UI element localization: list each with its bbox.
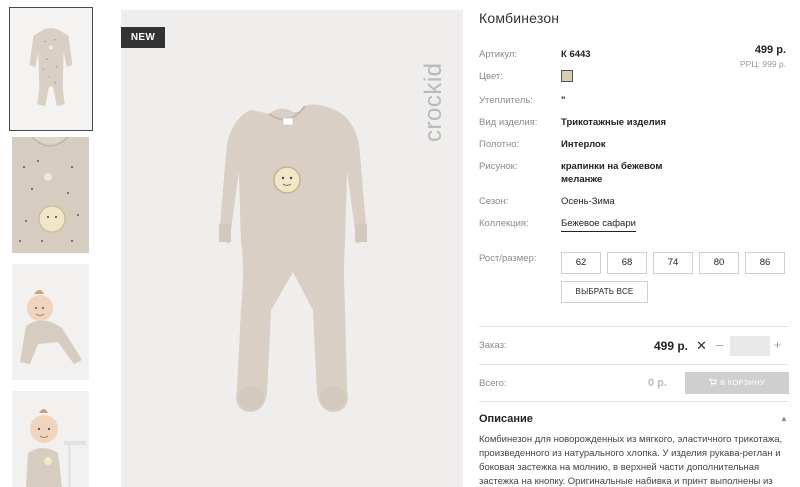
season-label: Сезон: — [479, 196, 509, 207]
size-option-86[interactable]: 86 — [745, 252, 785, 274]
order-label: Заказ: — [479, 340, 507, 351]
price: 499 р. — [754, 44, 786, 56]
brand-logo: crockid — [412, 27, 448, 142]
fabric-value: Интерлок — [561, 139, 606, 150]
thumbnail-1-front[interactable] — [9, 7, 93, 131]
description-text: Комбинезон для новорожденных из мягкого,… — [479, 434, 783, 487]
divider — [479, 401, 789, 402]
collapse-caret-icon[interactable]: ▲ — [780, 414, 788, 423]
pattern-value-line2: меланже — [561, 174, 603, 185]
article-value: К 6443 — [561, 49, 591, 60]
baby-crawling-image — [12, 264, 89, 380]
total-label: Всего: — [479, 378, 507, 389]
pattern-value-line1: крапинки на бежевом — [561, 161, 663, 172]
thumbnail-4-baby-sitting[interactable] — [12, 391, 89, 487]
color-swatch[interactable] — [561, 70, 573, 82]
type-label: Вид изделия: — [479, 117, 538, 128]
quantity-decrease-button[interactable]: – — [716, 337, 723, 352]
select-all-sizes-button[interactable]: ВЫБРАТЬ ВСЕ — [561, 281, 648, 303]
thumbnail-3-baby-crawling[interactable] — [12, 264, 89, 380]
size-option-68[interactable]: 68 — [607, 252, 647, 274]
pattern-label: Рисунок: — [479, 161, 518, 172]
add-to-cart-label: В КОРЗИНУ — [720, 378, 765, 387]
size-label: Рост/размер: — [479, 253, 537, 264]
order-price: 499 р. — [654, 339, 689, 353]
article-label: Артикул: — [479, 49, 518, 60]
color-label: Цвет: — [479, 71, 503, 82]
rrp-price: РРЦ: 999 р. — [740, 59, 786, 69]
product-page: NEW crockid Комбинезон Артикул: К 6443 4… — [0, 0, 800, 487]
collection-label: Коллекция: — [479, 218, 529, 229]
season-value: Осень-Зима — [561, 196, 615, 207]
brand-logo-text: crockid — [420, 62, 447, 142]
jumpsuit-thumb-image — [10, 8, 92, 130]
total-price: 0 р. — [648, 377, 667, 389]
jumpsuit-detail-image — [12, 137, 89, 253]
description-heading[interactable]: Описание — [479, 413, 533, 425]
collection-link[interactable]: Бежевое сафари — [561, 217, 636, 232]
type-value: Трикотажные изделия — [561, 117, 667, 128]
divider — [479, 364, 789, 365]
new-badge: NEW — [121, 27, 165, 48]
size-option-80[interactable]: 80 — [699, 252, 739, 274]
cart-icon — [709, 378, 718, 386]
quantity-input[interactable] — [730, 336, 770, 356]
baby-sitting-image — [12, 391, 89, 487]
insulation-label: Утеплитель: — [479, 95, 533, 106]
product-title: Комбинезон — [479, 10, 560, 26]
times-icon: ✕ — [696, 338, 707, 353]
add-to-cart-button[interactable]: В КОРЗИНУ — [685, 372, 789, 394]
size-option-62[interactable]: 62 — [561, 252, 601, 274]
quantity-increase-button[interactable]: + — [774, 338, 781, 352]
size-option-74[interactable]: 74 — [653, 252, 693, 274]
fabric-label: Полотно: — [479, 139, 520, 150]
divider — [479, 326, 789, 327]
insulation-value: " — [561, 95, 566, 106]
thumbnail-2-detail[interactable] — [12, 137, 89, 253]
